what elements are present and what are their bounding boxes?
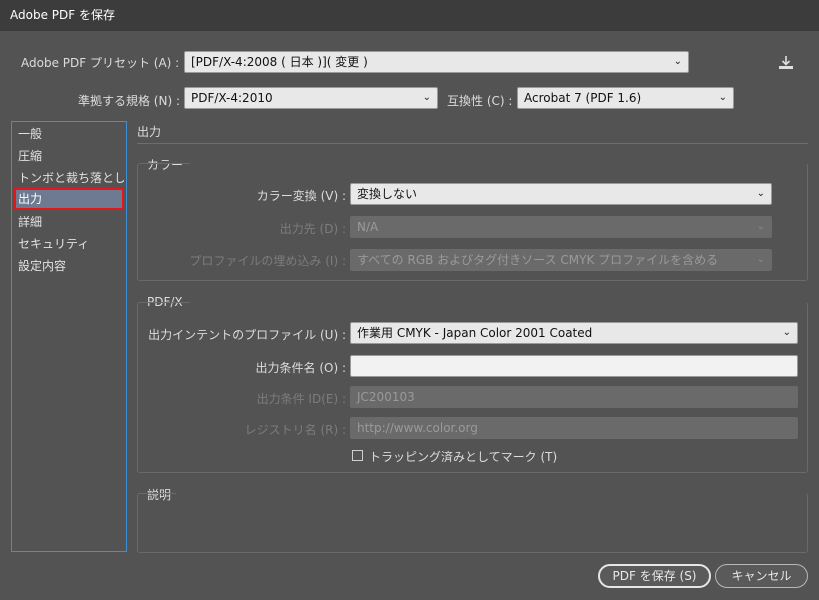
destination-label: 出力先 (D) : (279, 222, 346, 236)
save-pdf-dialog: Adobe PDF プリセット (A) : [PDF/X-4:2008 ( 日本… (0, 31, 819, 600)
sidebar-item-output[interactable]: 出力 (14, 188, 124, 210)
chevron-down-icon: ⌄ (756, 254, 765, 265)
sidebar-item-compression[interactable]: 圧縮 (14, 145, 124, 167)
chevron-down-icon: ⌄ (756, 188, 765, 199)
section-title: 出力 (137, 125, 162, 139)
compat-select[interactable]: Acrobat 7 (PDF 1.6) ⌄ (517, 87, 734, 109)
standard-value: PDF/X-4:2010 (191, 91, 273, 105)
preset-label: Adobe PDF プリセット (A) : (21, 56, 180, 70)
condition-id-label: 出力条件 ID(E) : (256, 392, 346, 406)
sidebar-item-advanced[interactable]: 詳細 (14, 211, 124, 233)
save-pdf-button[interactable]: PDF を保存 (S) (598, 564, 711, 588)
chevron-down-icon: ⌄ (756, 221, 765, 232)
section-divider (137, 143, 808, 144)
output-intent-label: 出力インテントのプロファイル (U) : (148, 328, 346, 342)
destination-select[interactable]: N/A ⌄ (350, 216, 772, 238)
chevron-down-icon: ⌄ (673, 56, 682, 67)
description-panel (137, 493, 808, 553)
sidebar-item-security[interactable]: セキュリティ (14, 233, 124, 255)
standard-label: 準拠する規格 (N) : (77, 94, 180, 108)
category-list: 一般 圧縮 トンボと裁ち落とし 出力 詳細 セキュリティ 設定内容 (11, 121, 127, 552)
color-conversion-value: 変換しない (357, 187, 418, 201)
chevron-down-icon: ⌄ (782, 327, 791, 338)
condition-name-input[interactable] (350, 355, 798, 377)
profile-inclusion-value: すべての RGB およびタグ付きソース CMYK プロファイルを含める (357, 253, 719, 267)
profile-inclusion-label: プロファイルの埋め込み (I) : (189, 254, 346, 268)
trapped-label: トラッピング済みとしてマーク (T) (369, 450, 558, 464)
preset-select[interactable]: [PDF/X-4:2008 ( 日本 )]( 変更 ) ⌄ (184, 51, 689, 73)
sidebar-item-marks-bleeds[interactable]: トンボと裁ち落とし (14, 167, 124, 189)
preset-value: [PDF/X-4:2008 ( 日本 )]( 変更 ) (191, 55, 368, 69)
profile-inclusion-select[interactable]: すべての RGB およびタグ付きソース CMYK プロファイルを含める ⌄ (350, 249, 772, 271)
sidebar-item-general[interactable]: 一般 (14, 123, 124, 145)
standard-select[interactable]: PDF/X-4:2010 ⌄ (184, 87, 438, 109)
registry-name-label: レジストリ名 (R) : (244, 423, 346, 437)
compat-label: 互換性 (C) : (447, 94, 513, 108)
output-intent-value: 作業用 CMYK - Japan Color 2001 Coated (357, 326, 593, 340)
sidebar-item-summary[interactable]: 設定内容 (14, 255, 124, 277)
cancel-button[interactable]: キャンセル (715, 564, 808, 588)
output-intent-select[interactable]: 作業用 CMYK - Japan Color 2001 Coated ⌄ (350, 322, 798, 344)
save-preset-button[interactable] (776, 53, 796, 73)
condition-id-input[interactable]: JC200103 (350, 386, 798, 408)
chevron-down-icon: ⌄ (422, 92, 431, 103)
registry-name-input[interactable]: http://www.color.org (350, 417, 798, 439)
destination-value: N/A (357, 220, 379, 234)
compat-value: Acrobat 7 (PDF 1.6) (524, 91, 642, 105)
color-conversion-label: カラー変換 (V) : (256, 189, 346, 203)
condition-name-label: 出力条件名 (O) : (255, 361, 346, 375)
color-conversion-select[interactable]: 変換しない ⌄ (350, 183, 772, 205)
window-title: Adobe PDF を保存 (0, 0, 819, 31)
trapped-checkbox[interactable] (352, 450, 363, 461)
chevron-down-icon: ⌄ (718, 92, 727, 103)
download-icon (779, 56, 793, 69)
